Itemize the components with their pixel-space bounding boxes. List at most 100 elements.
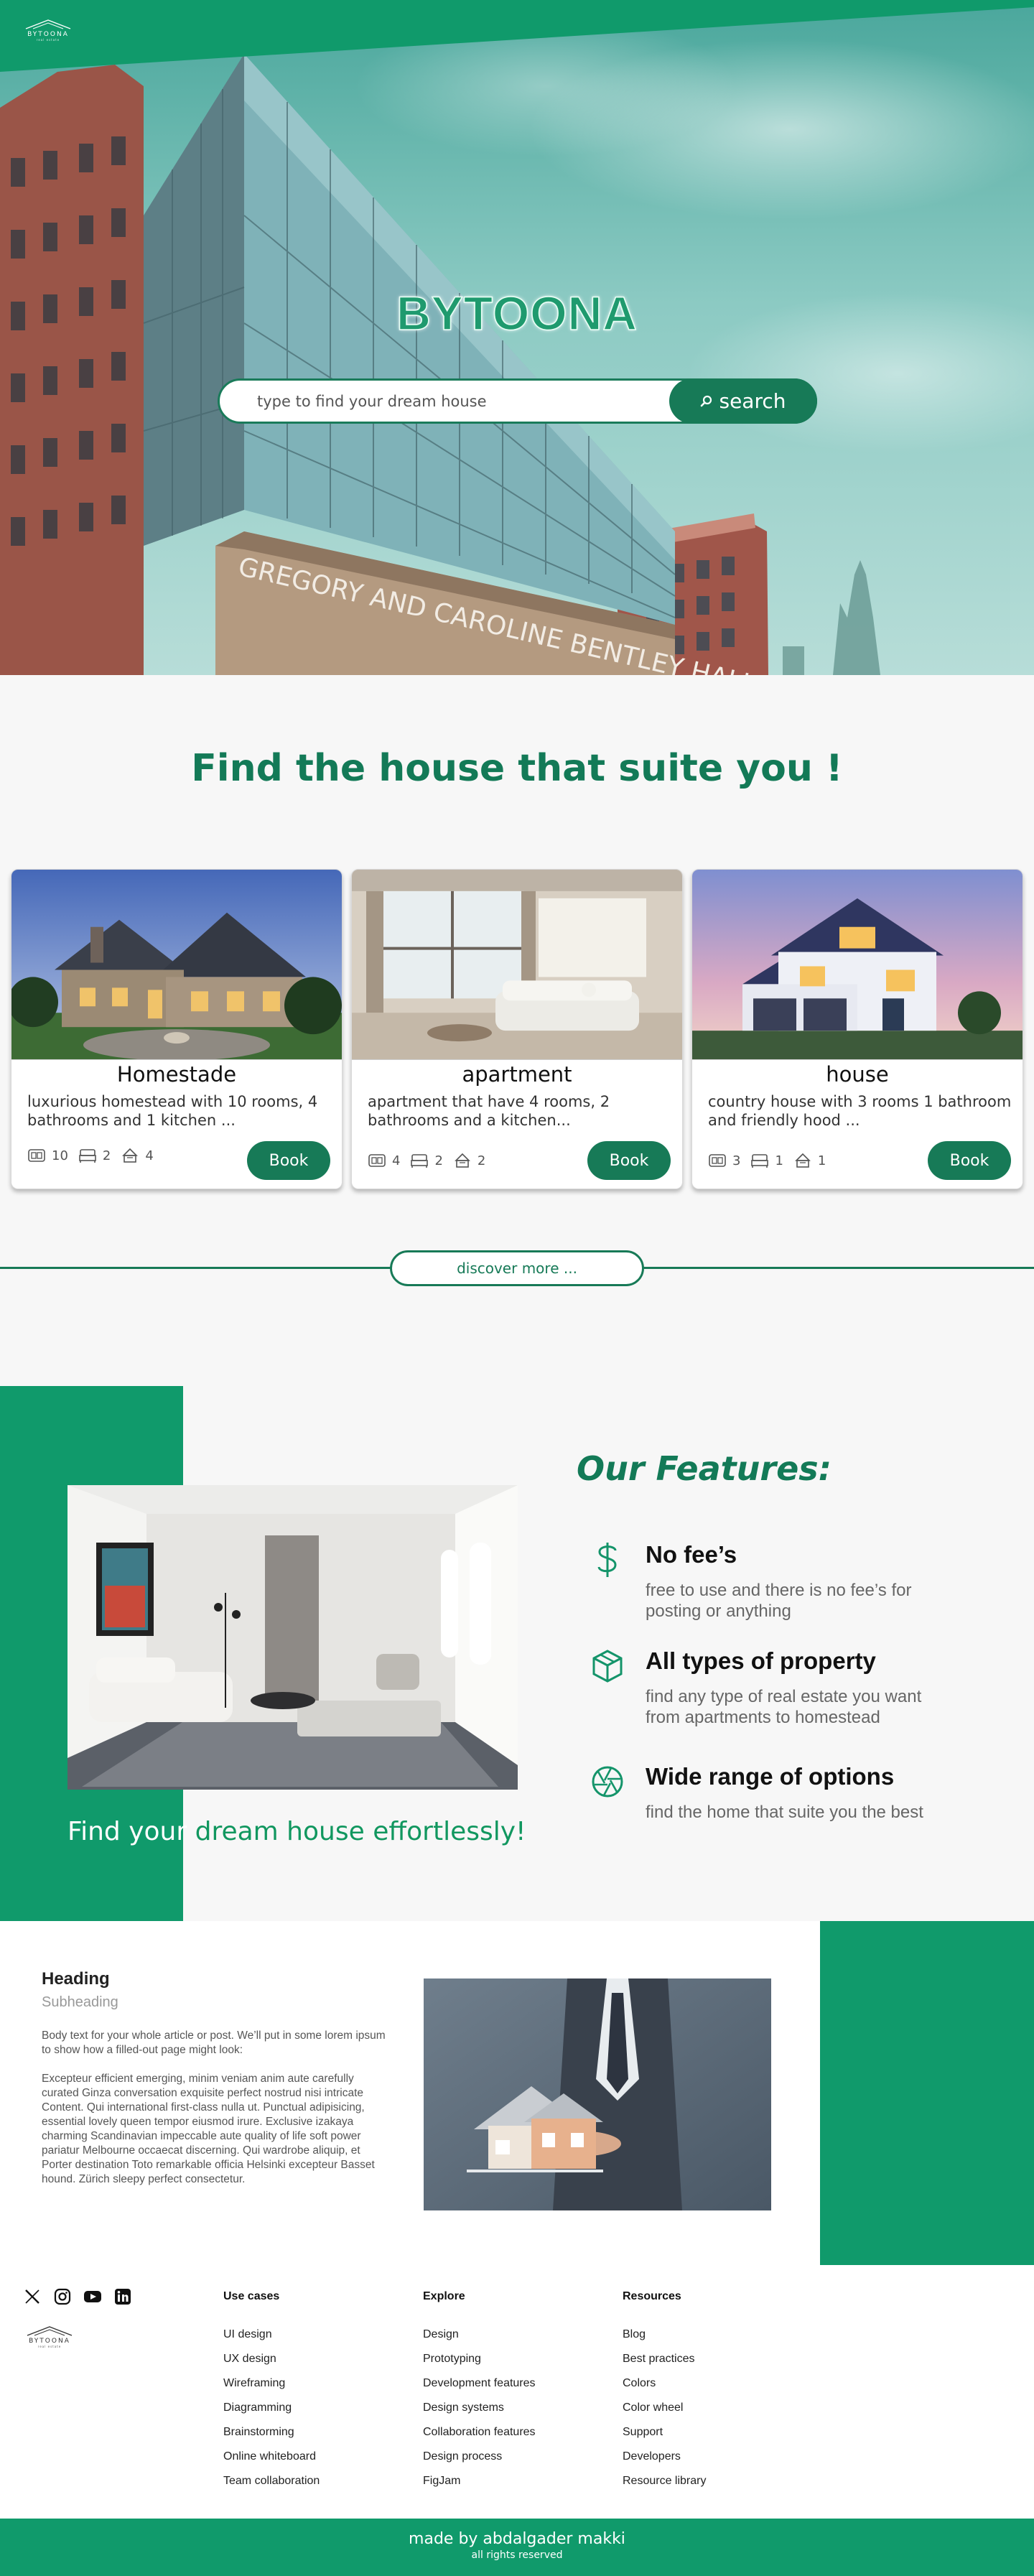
rooms-count: 4 bbox=[392, 1153, 401, 1168]
bathrooms-stat: 1 bbox=[750, 1153, 783, 1168]
bathrooms-stat: 2 bbox=[410, 1153, 443, 1168]
logo-tagline: real estate bbox=[37, 2345, 62, 2348]
house-roof-icon bbox=[25, 19, 71, 29]
listing-stats: 3 1 1 bbox=[708, 1153, 826, 1168]
credit-text: made by abdalgader makki bbox=[409, 2530, 625, 2548]
search-icon bbox=[701, 395, 712, 406]
rooms-icon bbox=[368, 1154, 386, 1167]
hero-title: BYTOONA bbox=[396, 286, 638, 340]
bed-icon bbox=[751, 1154, 769, 1168]
bathrooms-count: 1 bbox=[775, 1153, 783, 1168]
rooms-count: 3 bbox=[732, 1153, 741, 1168]
kitchens-stat: 2 bbox=[453, 1153, 485, 1168]
footer-link[interactable]: Diagramming bbox=[223, 2401, 320, 2426]
footer-link[interactable]: Collaboration features bbox=[423, 2426, 536, 2450]
rooms-stat: 10 bbox=[27, 1148, 68, 1163]
linkedin-icon[interactable] bbox=[113, 2287, 132, 2306]
bathrooms-count: 2 bbox=[434, 1153, 443, 1168]
footer-link[interactable]: Brainstorming bbox=[223, 2426, 320, 2450]
brand-logo[interactable]: BYTOONA real estate bbox=[23, 19, 73, 42]
bed-icon bbox=[79, 1149, 96, 1163]
agent-holding-house-photo bbox=[424, 1979, 771, 2210]
feature-description: find the home that suite you the best bbox=[646, 1803, 923, 1822]
footer-link[interactable]: UI design bbox=[223, 2328, 320, 2353]
rooms-stat: 3 bbox=[708, 1153, 740, 1168]
listing-name: house bbox=[826, 1062, 889, 1087]
footer-link[interactable]: Resource library bbox=[623, 2475, 706, 2499]
feature-name: No fee’s bbox=[646, 1541, 737, 1568]
feature-description: find any type of real estate you want fr… bbox=[646, 1687, 922, 1727]
kitchen-icon bbox=[454, 1153, 470, 1168]
footer-link[interactable]: Color wheel bbox=[623, 2401, 706, 2426]
footer-link[interactable]: Online whiteboard bbox=[223, 2450, 320, 2475]
listing-card-homestade[interactable]: Homestade luxurious homestead with 10 ro… bbox=[11, 869, 343, 1189]
footer-column-use-cases: Use cases UI design UX design Wireframin… bbox=[223, 2290, 320, 2499]
feature-name: All types of property bbox=[646, 1647, 876, 1674]
features-caption: Find your dream house effortlessly! bbox=[67, 1817, 526, 1846]
footer-link[interactable]: Colors bbox=[623, 2377, 706, 2401]
rooms-count: 10 bbox=[52, 1148, 68, 1163]
kitchens-stat: 4 bbox=[121, 1148, 154, 1163]
footer-column-title: Resources bbox=[623, 2290, 681, 2302]
book-button[interactable]: Book bbox=[928, 1141, 1011, 1180]
feature-name: Wide range of options bbox=[646, 1763, 895, 1790]
listing-card-apartment[interactable]: apartment apartment that have 4 rooms, 2… bbox=[351, 869, 683, 1189]
dollar-icon bbox=[589, 1541, 626, 1578]
book-button[interactable]: Book bbox=[247, 1141, 330, 1180]
caption-part-1: Find your bbox=[67, 1817, 187, 1846]
instagram-icon[interactable] bbox=[53, 2287, 72, 2306]
footer-link[interactable]: Blog bbox=[623, 2328, 706, 2353]
rooms-icon bbox=[709, 1154, 726, 1167]
social-links bbox=[23, 2287, 132, 2306]
page: GREGORY AND CAROLINE BENTLEY HALL BYTOON… bbox=[0, 0, 1034, 2576]
footer-link[interactable]: Support bbox=[623, 2426, 706, 2450]
listing-card-house[interactable]: house country house with 3 rooms 1 bathr… bbox=[691, 869, 1023, 1189]
bed-icon bbox=[411, 1154, 429, 1168]
footer-link[interactable]: Wireframing bbox=[223, 2377, 320, 2401]
search-bar: search bbox=[218, 378, 817, 424]
footer-link[interactable]: Development features bbox=[423, 2377, 536, 2401]
footer-link[interactable]: Developers bbox=[623, 2450, 706, 2475]
kitchens-count: 1 bbox=[817, 1153, 826, 1168]
footer-column-explore: Explore Design Prototyping Development f… bbox=[423, 2290, 536, 2499]
discover-more-button[interactable]: discover more ... bbox=[390, 1250, 644, 1286]
rooms-stat: 4 bbox=[368, 1153, 400, 1168]
footer-column-title: Explore bbox=[423, 2290, 465, 2302]
hero-top-band bbox=[0, 0, 1034, 72]
credit-bar: made by abdalgader makki all rights rese… bbox=[0, 2519, 1034, 2576]
aperture-icon bbox=[589, 1763, 626, 1800]
kitchens-count: 2 bbox=[477, 1153, 486, 1168]
rights-text: all rights reserved bbox=[471, 2549, 563, 2561]
listing-name: apartment bbox=[462, 1062, 572, 1087]
listing-description: apartment that have 4 rooms, 2 bathrooms… bbox=[368, 1093, 610, 1129]
footer-link[interactable]: Design systems bbox=[423, 2401, 536, 2426]
bathrooms-stat: 2 bbox=[78, 1148, 111, 1163]
footer-link[interactable]: UX design bbox=[223, 2353, 320, 2377]
x-icon[interactable] bbox=[23, 2287, 42, 2306]
footer-logo[interactable]: BYTOONA real estate bbox=[24, 2325, 75, 2348]
logo-text: BYTOONA bbox=[27, 31, 69, 38]
footer-link[interactable]: Prototyping bbox=[423, 2353, 536, 2377]
article-body: Body text for your whole article or post… bbox=[42, 2029, 386, 2185]
footer-link[interactable]: Team collaboration bbox=[223, 2475, 320, 2499]
listing-name: Homestade bbox=[116, 1062, 237, 1087]
listing-stats: 4 2 2 bbox=[368, 1153, 485, 1168]
house-roof-icon bbox=[27, 2326, 73, 2336]
youtube-icon[interactable] bbox=[83, 2287, 102, 2306]
kitchen-icon bbox=[122, 1148, 139, 1163]
footer-link[interactable]: Design process bbox=[423, 2450, 536, 2475]
book-button[interactable]: Book bbox=[587, 1141, 671, 1180]
living-room-photo bbox=[67, 1485, 518, 1790]
footer-link[interactable]: FigJam bbox=[423, 2475, 536, 2499]
search-button[interactable]: search bbox=[669, 378, 817, 424]
article-subheading: Subheading bbox=[42, 1994, 118, 2010]
hero-section: GREGORY AND CAROLINE BENTLEY HALL BYTOON… bbox=[0, 0, 1034, 675]
footer-link[interactable]: Best practices bbox=[623, 2353, 706, 2377]
listing-description: luxurious homestead with 10 rooms, 4 bat… bbox=[27, 1093, 318, 1129]
search-input[interactable] bbox=[257, 381, 659, 422]
article-heading: Heading bbox=[42, 1969, 110, 1989]
search-button-label: search bbox=[719, 389, 786, 413]
listing-stats: 10 2 4 bbox=[27, 1148, 154, 1163]
logo-tagline: real estate bbox=[36, 38, 60, 42]
footer-link[interactable]: Design bbox=[423, 2328, 536, 2353]
